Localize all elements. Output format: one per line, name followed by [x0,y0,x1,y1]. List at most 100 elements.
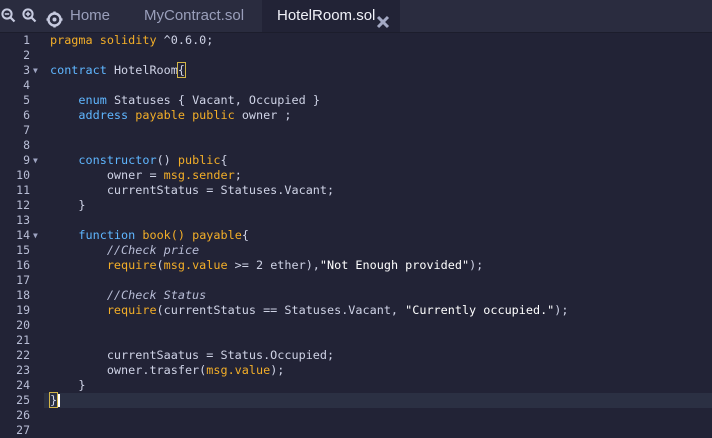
line-number: 21 [16,333,30,347]
line-number: 6 [23,108,30,122]
code-token: () [156,153,171,167]
fold-toggle-icon[interactable]: ▼ [33,63,38,78]
code-token: function [78,228,136,242]
code-line: contract HotelRoom{ [50,62,186,78]
code-token: require [106,258,157,272]
line-number: 25 [16,393,30,407]
line-number: 4 [23,78,30,92]
code-line: enum Statuses { Vacant, Occupied } [50,93,320,108]
code-token: HotelRoom [113,63,178,77]
line-number: 5 [23,93,30,107]
line-number: 8 [23,138,30,152]
tab-mycontract[interactable]: MyContract.sol [128,0,260,32]
code-token: ( [156,258,164,272]
code-token: { [241,228,249,242]
code-editor[interactable]: 1 2 3 ▼ 4 5 6 7 8 9 ▼ 10 11 12 13 14 ▼ 1… [0,33,712,437]
code-line: constructor() public{ [50,153,228,168]
code-token: } [78,198,86,212]
line-number: 12 [16,198,30,212]
tab-bar: Home MyContract.sol HotelRoom.sol [0,0,712,33]
line-number: 23 [16,363,30,377]
line-number: 9 [23,153,30,167]
code-token: //Check price [106,243,200,257]
code-token: owner ; [241,108,292,122]
code-token: { [220,153,228,167]
line-number-gutter: 1 2 3 ▼ 4 5 6 7 8 9 ▼ 10 11 12 13 14 ▼ 1… [0,33,44,437]
code-token: enum [78,93,107,107]
code-token: address [78,108,129,122]
line-number: 14 [16,228,30,242]
code-token: payable [135,108,185,122]
code-token: >= 2 ether), [227,258,320,272]
code-token: public [177,153,221,167]
code-token: constructor [78,153,157,167]
line-number: 13 [16,213,30,227]
line-number: 16 [16,258,30,272]
zoom-out-icon[interactable] [0,7,16,23]
fold-toggle-icon[interactable]: ▼ [33,228,38,243]
code-line: owner = msg.sender; [50,168,242,183]
code-token: "Currently occupied." [405,303,555,317]
code-token: book() [142,228,185,242]
code-line: } [50,378,86,393]
code-token: currentStatus = Statuses.Vacant; [106,183,335,197]
line-number: 10 [16,168,30,182]
code-line: //Check price [50,243,199,258]
code-line: currentSaatus = Status.Occupied; [50,348,334,363]
line-number: 19 [16,303,30,317]
code-token: solidity [99,33,157,47]
close-icon[interactable] [376,9,390,29]
code-line: address payable public owner ; [50,108,292,123]
matching-brace: } [48,392,59,408]
code-token: msg.value [163,258,228,272]
code-token: ); [554,303,569,317]
line-number: 17 [16,273,30,287]
line-number: 11 [16,183,30,197]
line-number: 22 [16,348,30,362]
tab-home-label: Home [70,7,111,24]
line-number: 2 [23,48,30,62]
code-token: contract [50,63,107,77]
zoom-in-icon[interactable] [21,7,37,23]
line-number: 26 [16,408,30,422]
line-number: 1 [23,33,30,47]
code-line: } [48,392,60,408]
line-number: 3 [23,63,30,77]
code-token: } [78,378,86,392]
code-line: function book() payable{ [50,228,249,243]
code-token: require [106,303,157,317]
code-token: //Check Status [106,288,207,302]
code-token: ); [270,363,285,377]
code-token: ^0.6.0; [163,33,214,47]
code-token: owner = [106,168,164,182]
line-number: 20 [16,318,30,332]
fold-toggle-icon[interactable]: ▼ [33,153,38,168]
code-token: msg.value [206,363,271,377]
matching-brace: { [176,62,186,78]
code-token: pragma [50,33,93,47]
code-line: //Check Status [50,288,206,303]
code-line: currentStatus = Statuses.Vacant; [50,183,334,198]
code-token: msg.sender [163,168,235,182]
code-token: ); [469,258,484,272]
line-number: 24 [16,378,30,392]
code-token: ; [234,168,242,182]
code-token: (currentStatus == Statuses.Vacant, [156,303,406,317]
line-number: 15 [16,243,30,257]
code-token: owner.trasfer( [106,363,207,377]
active-line-highlight [0,393,712,408]
tab-home[interactable]: Home [44,0,118,32]
tab-hotelroom[interactable]: HotelRoom.sol [262,0,400,32]
code-line: require(currentStatus == Statuses.Vacant… [50,303,569,318]
text-cursor [58,394,60,407]
line-number: 7 [23,123,30,137]
tab-label: HotelRoom.sol [277,7,376,24]
code-token: "Not Enough provided" [319,258,470,272]
tab-label: MyContract.sol [144,7,245,24]
code-line: owner.trasfer(msg.value); [50,363,285,378]
code-line: } [50,198,86,213]
code-token: currentSaatus = Status.Occupied; [106,348,335,362]
code-token: Statuses { Vacant, Occupied } [113,93,320,107]
line-number: 18 [16,288,30,302]
code-token: payable [192,228,242,242]
